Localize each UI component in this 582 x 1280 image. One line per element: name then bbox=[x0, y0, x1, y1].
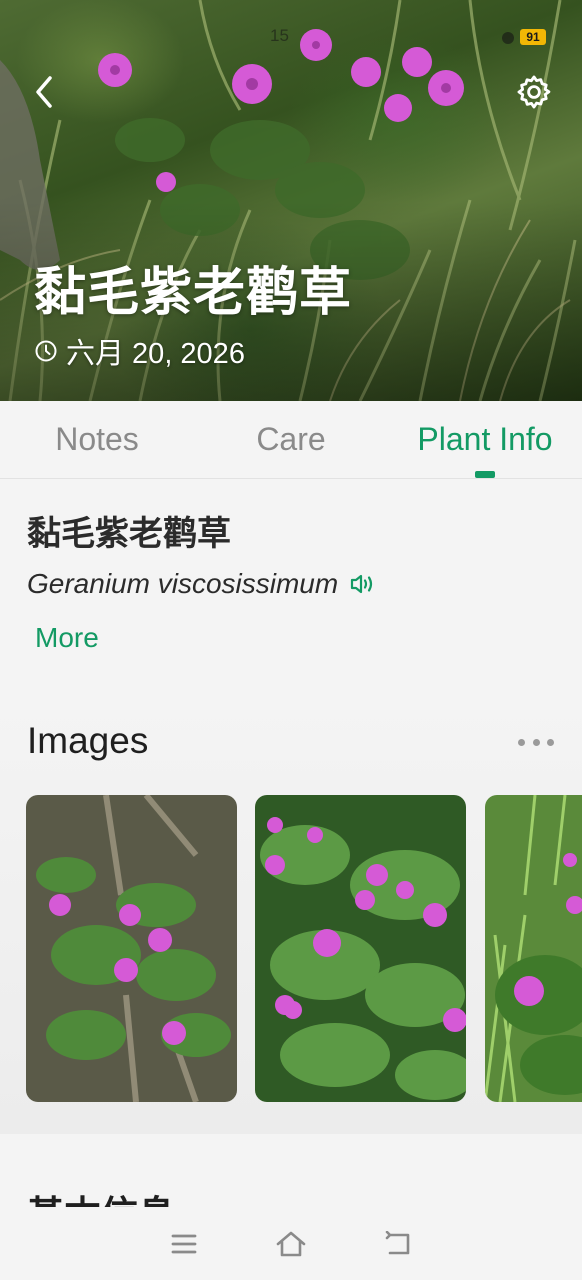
plant-image-3[interactable] bbox=[485, 795, 582, 1102]
home-button[interactable] bbox=[271, 1224, 311, 1264]
images-more-button[interactable] bbox=[518, 732, 554, 752]
plant-image-2[interactable] bbox=[255, 795, 466, 1102]
plant-image-1[interactable] bbox=[26, 795, 237, 1102]
more-link[interactable]: More bbox=[35, 622, 99, 654]
tab-bar: Notes Care Plant Info bbox=[0, 401, 582, 479]
clock-icon bbox=[35, 340, 57, 362]
pronounce-button[interactable] bbox=[350, 573, 376, 595]
tab-notes-label: Notes bbox=[55, 421, 139, 457]
settings-button[interactable] bbox=[512, 70, 556, 114]
tab-notes[interactable]: Notes bbox=[0, 401, 194, 478]
back-button[interactable] bbox=[22, 70, 66, 114]
tab-care[interactable]: Care bbox=[194, 401, 388, 478]
battery-indicator: 91 bbox=[520, 29, 546, 45]
home-icon bbox=[276, 1231, 306, 1256]
tab-care-label: Care bbox=[256, 421, 326, 457]
chevron-left-icon bbox=[36, 76, 52, 108]
gear-icon bbox=[517, 75, 551, 109]
plant-scientific-name: Geranium viscosissimum bbox=[27, 568, 339, 599]
camera-dot-icon bbox=[502, 32, 514, 44]
observation-date: 六月 20, 2026 bbox=[34, 330, 245, 372]
plant-common-name: 黏毛紫老鹳草 bbox=[27, 515, 231, 553]
date-label: 六月 20, 2026 bbox=[66, 338, 245, 370]
system-navbar bbox=[0, 1207, 582, 1280]
status-time: 15 bbox=[270, 26, 289, 45]
back-nav-button[interactable] bbox=[378, 1224, 418, 1264]
hero-image: 15 91 黏毛紫老鹳草 六月 20, 2026 bbox=[0, 0, 582, 401]
images-section: Images bbox=[0, 690, 582, 1134]
speaker-icon bbox=[351, 574, 373, 594]
page-title: 黏毛紫老鹳草 bbox=[34, 264, 353, 322]
recent-apps-button[interactable] bbox=[164, 1224, 204, 1264]
tab-plant-info-label: Plant Info bbox=[417, 421, 553, 457]
status-bar: 15 91 bbox=[0, 22, 582, 52]
tab-plant-info[interactable]: Plant Info bbox=[388, 401, 582, 478]
menu-icon bbox=[171, 1234, 197, 1253]
active-tab-indicator bbox=[475, 471, 495, 478]
back-icon bbox=[386, 1230, 410, 1254]
more-horizontal-icon bbox=[518, 738, 525, 746]
images-title: Images bbox=[27, 720, 149, 761]
scientific-name-row: Geranium viscosissimum bbox=[27, 568, 376, 600]
